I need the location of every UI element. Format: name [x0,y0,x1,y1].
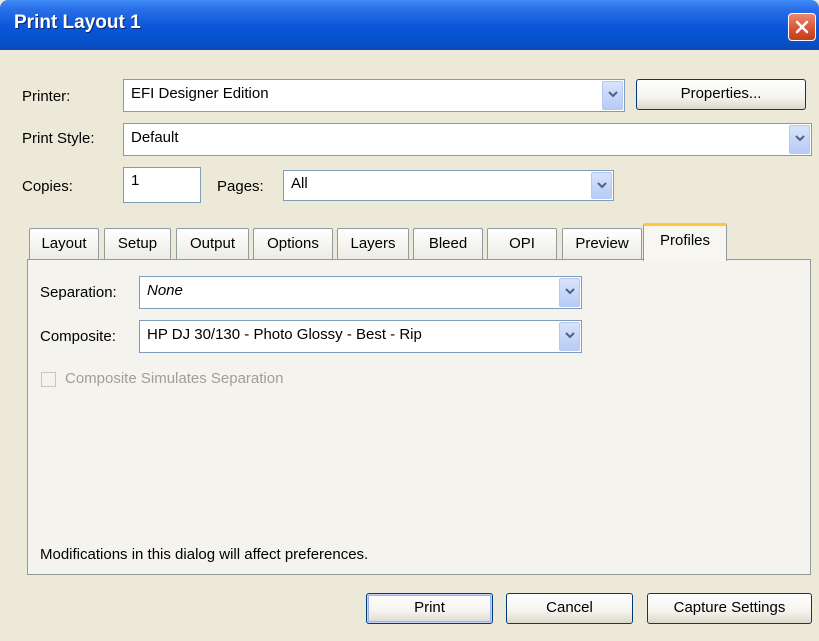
print-style-value: Default [131,129,179,146]
composite-dropdown-button[interactable] [559,322,580,351]
cancel-button[interactable]: Cancel [506,593,633,624]
tab-layers[interactable]: Layers [337,228,409,259]
pages-label: Pages: [217,178,264,195]
separation-label: Separation: [40,284,117,301]
separation-value: None [147,282,183,299]
close-button[interactable] [788,13,816,41]
chevron-down-icon [565,332,575,339]
copies-label: Copies: [22,178,73,195]
pages-dropdown-button[interactable] [591,172,612,199]
copies-value: 1 [131,172,140,189]
tab-output[interactable]: Output [176,228,249,259]
printer-label: Printer: [22,88,71,105]
title-bar[interactable]: Print Layout 1 [0,0,819,50]
separation-select[interactable]: None [139,276,582,309]
copies-input[interactable]: 1 [123,167,201,203]
composite-label: Composite: [40,328,116,345]
tab-layout[interactable]: Layout [29,228,99,259]
printer-select[interactable]: EFI Designer Edition [123,79,625,112]
printer-value: EFI Designer Edition [131,85,269,102]
composite-value: HP DJ 30/130 - Photo Glossy - Best - Rip [147,326,422,343]
tab-setup[interactable]: Setup [104,228,171,259]
tab-options[interactable]: Options [253,228,333,259]
print-style-dropdown-button[interactable] [789,125,810,154]
pages-value: All [291,175,308,192]
capture-settings-button[interactable]: Capture Settings [647,593,812,624]
printer-dropdown-button[interactable] [602,81,623,110]
tab-profiles[interactable]: Profiles [643,223,727,261]
simulate-separation-checkbox[interactable] [41,372,56,387]
chevron-down-icon [565,288,575,295]
close-icon [795,20,809,34]
pages-select[interactable]: All [283,170,614,201]
chevron-down-icon [597,182,607,189]
chevron-down-icon [795,135,805,142]
chevron-down-icon [608,91,618,98]
separation-dropdown-button[interactable] [559,278,580,307]
tab-opi[interactable]: OPI [487,228,557,259]
tab-bleed[interactable]: Bleed [413,228,483,259]
tab-preview[interactable]: Preview [562,228,642,259]
properties-button[interactable]: Properties... [636,79,806,110]
window-title: Print Layout 1 [14,12,141,33]
preferences-note: Modifications in this dialog will affect… [40,546,369,563]
simulate-separation-label: Composite Simulates Separation [65,370,284,387]
print-button[interactable]: Print [366,593,493,624]
composite-select[interactable]: HP DJ 30/130 - Photo Glossy - Best - Rip [139,320,582,353]
print-style-select[interactable]: Default [123,123,812,156]
print-style-label: Print Style: [22,130,95,147]
